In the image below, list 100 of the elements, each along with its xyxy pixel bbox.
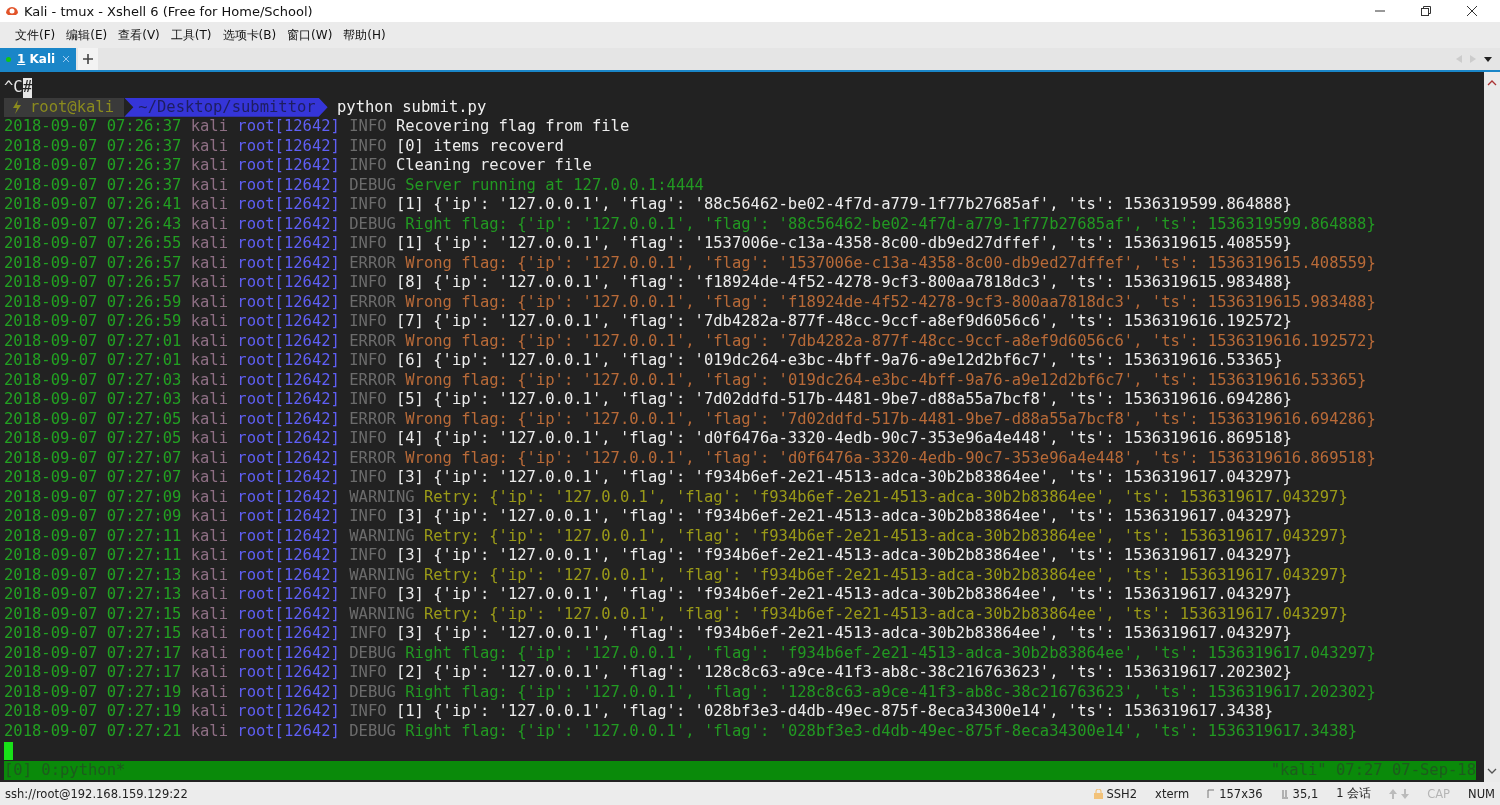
log-level: INFO — [349, 390, 387, 410]
log-timestamp: 2018-09-07 07:27:05 — [4, 429, 182, 449]
protocol-label: SSH2 — [1106, 786, 1138, 801]
log-host: kali — [190, 526, 228, 546]
restore-icon[interactable] — [1420, 5, 1432, 17]
log-process: root[12642] — [237, 585, 340, 605]
log-timestamp: 2018-09-07 07:27:19 — [4, 682, 182, 702]
menu-item[interactable]: 编辑(E) — [66, 25, 108, 45]
log-timestamp: 2018-09-07 07:27:17 — [4, 663, 182, 683]
log-timestamp: 2018-09-07 07:27:17 — [4, 643, 182, 663]
log-level: INFO — [349, 546, 387, 566]
add-tab-icon[interactable] — [78, 48, 98, 70]
log-timestamp: 2018-09-07 07:27:07 — [4, 468, 182, 488]
log-process: root[12642] — [237, 331, 340, 351]
log-timestamp: 2018-09-07 07:27:03 — [4, 370, 182, 390]
connection-address: ssh://root@192.168.159.129:22 — [5, 786, 188, 801]
log-process: root[12642] — [237, 526, 340, 546]
log-host: kali — [190, 702, 228, 722]
cursor-position-icon — [1280, 788, 1289, 799]
log-process: root[12642] — [237, 370, 340, 390]
menu-item[interactable]: 选项卡(B) — [222, 25, 277, 45]
log-process: root[12642] — [237, 273, 340, 293]
log-process: root[12642] — [237, 682, 340, 702]
log-process: root[12642] — [237, 175, 340, 195]
dropdown-icon[interactable] — [1484, 56, 1492, 62]
log-timestamp: 2018-09-07 07:27:19 — [4, 702, 182, 722]
log-host: kali — [190, 175, 228, 195]
log-message: [1] {'ip': '127.0.0.1', 'flag': '88c56462-be02-4f7d-a779-1f77b27685af', 'ts': 1536319599.864888} — [395, 195, 1292, 215]
log-host: kali — [190, 117, 228, 137]
log-level: ERROR — [349, 253, 396, 273]
log-timestamp: 2018-09-07 07:27:21 — [4, 721, 182, 741]
log-process: root[12642] — [237, 292, 340, 312]
log-message: [3] {'ip': '127.0.0.1', 'flag': 'f934b6ef-2e21-4513-adca-30b2b83864ee', 'ts': 1536319617.043297} — [395, 468, 1292, 488]
log-timestamp: 2018-09-07 07:26:57 — [4, 253, 182, 273]
menu-item[interactable]: 查看(V) — [118, 25, 160, 45]
prompt-user: root@kali — [30, 97, 114, 117]
log-timestamp: 2018-09-07 07:27:03 — [4, 390, 182, 410]
menu-item[interactable]: 窗口(W) — [287, 25, 333, 45]
log-level: INFO — [349, 234, 387, 254]
session-count: 1 会话 — [1336, 786, 1372, 801]
log-level: WARNING — [349, 604, 415, 624]
log-timestamp: 2018-09-07 07:26:57 — [4, 273, 182, 293]
log-timestamp: 2018-09-07 07:26:55 — [4, 234, 182, 254]
log-message: Right flag: {'ip': '127.0.0.1', 'flag': '88c56462-be02-4f7d-a779-1f77b27685af', 'ts': 1536319599.864888} — [405, 214, 1376, 234]
log-process: root[12642] — [237, 663, 340, 683]
log-host: kali — [190, 409, 228, 429]
log-message: [3] {'ip': '127.0.0.1', 'flag': 'f934b6ef-2e21-4513-adca-30b2b83864ee', 'ts': 1536319617.043297} — [395, 507, 1292, 527]
log-process: root[12642] — [237, 429, 340, 449]
log-level: INFO — [349, 429, 387, 449]
log-message: Wrong flag: {'ip': '127.0.0.1', 'flag': 'd0f6476a-3320-4edb-90c7-353e96a4e448', 'ts': 1536319616.869518} — [405, 448, 1376, 468]
log-host: kali — [190, 292, 228, 312]
log-timestamp: 2018-09-07 07:26:37 — [4, 156, 182, 176]
log-host: kali — [190, 331, 228, 351]
connection-status-icon — [6, 56, 11, 62]
cursor-position: 35,1 — [1292, 786, 1319, 801]
log-host: kali — [190, 214, 228, 234]
log-host: kali — [190, 195, 228, 215]
log-host: kali — [190, 468, 228, 488]
log-message: [1] {'ip': '127.0.0.1', 'flag': '028bf3e3-d4db-49ec-875f-8eca34300e14', 'ts': 1536319617.3438} — [395, 702, 1274, 722]
menu-item[interactable]: 工具(T) — [170, 25, 212, 45]
log-message: Cleaning recover file — [395, 156, 592, 176]
log-level: INFO — [349, 273, 387, 293]
log-host: kali — [190, 565, 228, 585]
down-caret-icon[interactable] — [1487, 768, 1497, 774]
log-timestamp: 2018-09-07 07:27:15 — [4, 624, 182, 644]
log-timestamp: 2018-09-07 07:26:41 — [4, 195, 182, 215]
log-timestamp: 2018-09-07 07:26:59 — [4, 292, 182, 312]
log-process: root[12642] — [237, 195, 340, 215]
log-level: DEBUG — [349, 214, 396, 234]
menu-item[interactable]: 文件(F) — [15, 25, 56, 45]
log-timestamp: 2018-09-07 07:26:43 — [4, 214, 182, 234]
log-message: [4] {'ip': '127.0.0.1', 'flag': 'd0f6476a-3320-4edb-90c7-353e96a4e448', 'ts': 1536319616.869518} — [395, 429, 1292, 449]
log-message: Recovering flag from file — [395, 117, 630, 137]
window-title: Kali - tmux - Xshell 6 (Free for Home/School) — [24, 3, 314, 19]
log-message: Server running at 127.0.0.1:4444 — [405, 175, 704, 195]
log-timestamp: 2018-09-07 07:27:09 — [4, 507, 182, 527]
log-host: kali — [190, 234, 228, 254]
terminal-cursor — [4, 741, 13, 760]
log-level: DEBUG — [349, 682, 396, 702]
log-message: Wrong flag: {'ip': '127.0.0.1', 'flag': '7d02ddfd-517b-4481-9be7-d88a55a7bcf8', 'ts': 1536319616.694286} — [405, 409, 1376, 429]
log-message: [7] {'ip': '127.0.0.1', 'flag': '7db4282a-877f-48cc-9ccf-a8ef9d6056c6', 'ts': 1536319616.192572} — [395, 312, 1292, 332]
log-message: [3] {'ip': '127.0.0.1', 'flag': 'f934b6ef-2e21-4513-adca-30b2b83864ee', 'ts': 1536319617.043297} — [395, 624, 1292, 644]
log-level: INFO — [349, 351, 387, 371]
log-timestamp: 2018-09-07 07:26:37 — [4, 136, 182, 156]
menu-item[interactable]: 帮助(H) — [343, 25, 386, 45]
log-timestamp: 2018-09-07 07:27:01 — [4, 331, 182, 351]
log-level: WARNING — [349, 565, 415, 585]
log-message: [3] {'ip': '127.0.0.1', 'flag': 'f934b6ef-2e21-4513-adca-30b2b83864ee', 'ts': 1536319617.043297} — [395, 585, 1292, 605]
close-icon[interactable] — [1466, 5, 1478, 17]
session-tab[interactable]: 1 Kali — [0, 48, 76, 70]
log-message: Retry: {'ip': '127.0.0.1', 'flag': 'f934b6ef-2e21-4513-adca-30b2b83864ee', 'ts': 1536319617.043297} — [423, 487, 1348, 507]
lock-icon — [1093, 788, 1103, 799]
log-message: Right flag: {'ip': '127.0.0.1', 'flag': '028bf3e3-d4db-49ec-875f-8eca34300e14', 'ts': 1536319617.3438} — [405, 721, 1358, 741]
up-caret-icon[interactable] — [1487, 80, 1497, 86]
log-level: DEBUG — [349, 175, 396, 195]
log-host: kali — [190, 546, 228, 566]
log-host: kali — [190, 312, 228, 332]
log-process: root[12642] — [237, 312, 340, 332]
log-process: root[12642] — [237, 565, 340, 585]
log-host: kali — [190, 585, 228, 605]
